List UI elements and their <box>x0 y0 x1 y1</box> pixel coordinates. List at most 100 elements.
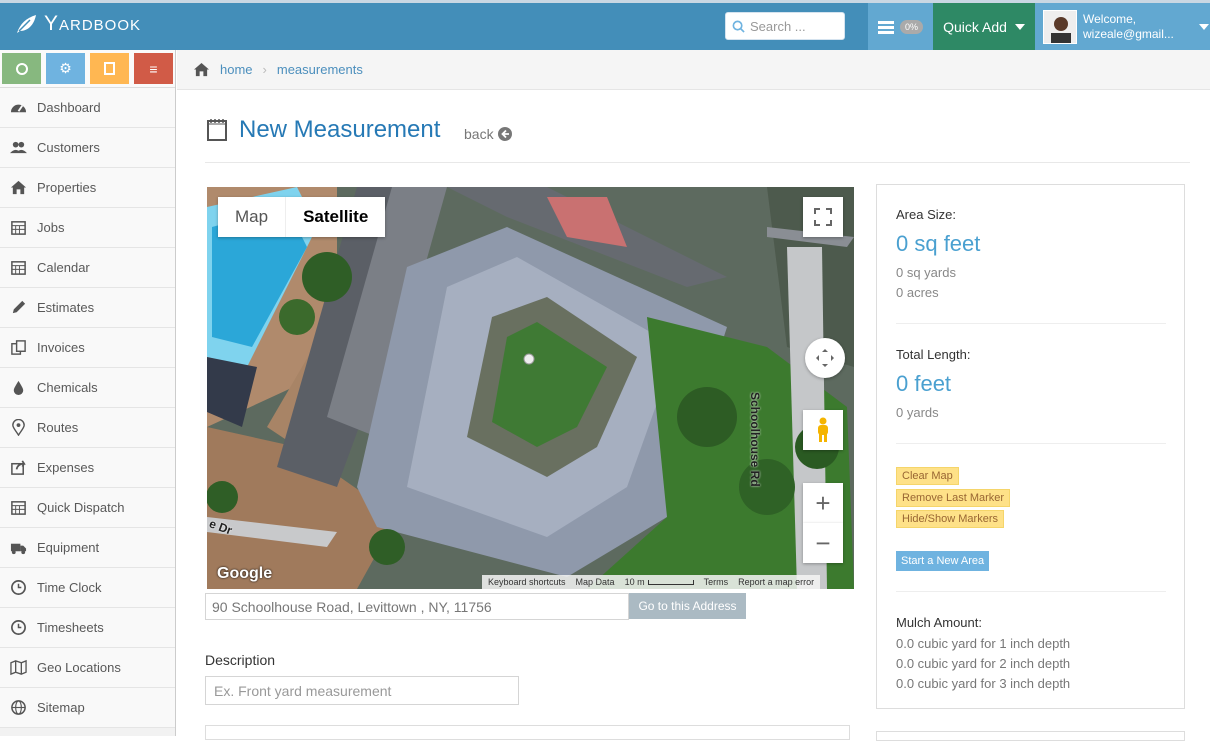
description-label: Description <box>205 652 276 668</box>
chevron-down-icon <box>1199 23 1209 30</box>
sidebar-item-estimates[interactable]: Estimates <box>0 288 175 328</box>
sidebar-item-timesheets[interactable]: Timesheets <box>0 608 175 648</box>
go-to-address-button[interactable]: Go to this Address <box>629 593 746 619</box>
divider <box>896 591 1166 592</box>
address-input[interactable]: 90 Schoolhouse Road, Levittown , NY, 117… <box>205 593 629 620</box>
zoom-in-button[interactable]: + <box>803 483 843 523</box>
zoom-out-button[interactable]: − <box>803 523 843 563</box>
search-box[interactable]: Search ... <box>725 12 845 40</box>
fullscreen-button[interactable] <box>803 197 843 237</box>
map-marker-icon <box>0 419 37 436</box>
sidebar-item-label: Jobs <box>37 220 65 235</box>
move-arrows-icon <box>816 349 834 367</box>
back-label: back <box>464 126 494 142</box>
rotate-control[interactable] <box>805 338 845 378</box>
google-logo: Google <box>217 565 273 582</box>
pegman-icon <box>818 417 828 442</box>
sidebar-item-chemicals[interactable]: Chemicals <box>0 368 175 408</box>
progress-button[interactable]: 0% <box>868 3 933 50</box>
sidebar-item-label: Calendar <box>37 260 90 275</box>
progress-badge: 0% <box>899 19 923 34</box>
sidebar-item-dashboard[interactable]: Dashboard <box>0 88 175 128</box>
page-title: New Measurement <box>239 116 441 143</box>
sidebar-item-calendar[interactable]: Calendar <box>0 248 175 288</box>
sidebar-item-label: Sitemap <box>37 700 85 715</box>
mulch-amount-label: Mulch Amount: <box>896 615 982 630</box>
sidebar-item-properties[interactable]: Properties <box>0 168 175 208</box>
plus-icon: + <box>815 488 831 518</box>
share-icon <box>0 459 37 476</box>
map-tab[interactable]: Map <box>218 197 285 237</box>
sidebar-item-label: Time Clock <box>37 580 102 595</box>
sidebar-item-jobs[interactable]: Jobs <box>0 208 175 248</box>
map-data-link[interactable]: Map Data <box>576 577 615 587</box>
chevron-down-icon <box>1014 23 1025 30</box>
mulch-3-inch: 0.0 cubic yard for 3 inch depth <box>896 676 1071 691</box>
tasks-icon <box>877 20 894 34</box>
length-yards: 0 yards <box>896 405 939 420</box>
breadcrumb: home › measurements <box>177 50 1210 90</box>
divider <box>896 443 1166 444</box>
invoice-icon <box>0 339 37 356</box>
sidebar-item-routes[interactable]: Routes <box>0 408 175 448</box>
sidebar-item-invoices[interactable]: Invoices <box>0 328 175 368</box>
search-input[interactable]: Search ... <box>750 19 806 34</box>
home-icon <box>0 179 37 196</box>
sidebar-item-sitemap[interactable]: Sitemap <box>0 688 175 728</box>
mulch-2-inch: 0.0 cubic yard for 2 inch depth <box>896 656 1071 671</box>
satellite-imagery <box>207 187 854 589</box>
sidebar-shortcuts: ⚙ ≡ <box>0 50 175 88</box>
shortcut-calculator[interactable] <box>90 53 129 84</box>
satellite-tab[interactable]: Satellite <box>285 197 385 237</box>
sidebar-item-time-clock[interactable]: Time Clock <box>0 568 175 608</box>
sidebar-item-label: Geo Locations <box>37 660 121 675</box>
sidebar-item-label: Chemicals <box>37 380 98 395</box>
keyboard-shortcuts-link[interactable]: Keyboard shortcuts <box>488 577 566 587</box>
sidebar-item-equipment[interactable]: Equipment <box>0 528 175 568</box>
report-map-error-link[interactable]: Report a map error <box>738 577 814 587</box>
calendar-icon <box>0 219 37 236</box>
quick-add-button[interactable]: Quick Add <box>933 3 1035 50</box>
calendar-icon <box>0 499 37 516</box>
terms-link[interactable]: Terms <box>704 577 729 587</box>
pencil-icon <box>0 299 37 316</box>
area-sq-yards: 0 sq yards <box>896 265 956 280</box>
header-divider <box>205 162 1190 163</box>
sidebar-item-label: Dashboard <box>37 100 101 115</box>
sidebar-item-label: Equipment <box>37 540 100 555</box>
area-size-label: Area Size: <box>896 207 956 222</box>
length-feet: 0 feet <box>896 371 952 396</box>
globe-icon <box>15 62 28 75</box>
remove-last-marker-button[interactable]: Remove Last Marker <box>896 489 1011 507</box>
back-link[interactable]: back <box>464 126 512 142</box>
start-new-area-button[interactable]: Start a New Area <box>896 551 990 571</box>
sidebar-item-geo-locations[interactable]: Geo Locations <box>0 648 175 688</box>
truck-icon <box>0 539 37 556</box>
brand-logo[interactable]: Yardbook <box>14 12 141 36</box>
shortcut-cogs[interactable]: ⚙ <box>46 53 85 84</box>
page-header: New Measurement <box>205 116 440 144</box>
street-view-pegman[interactable] <box>803 410 843 450</box>
breadcrumb-current[interactable]: measurements <box>277 62 363 77</box>
sidebar-item-expenses[interactable]: Expenses <box>0 448 175 488</box>
clear-map-button[interactable]: Clear Map <box>896 467 959 485</box>
sidebar-item-label: Customers <box>37 140 100 155</box>
satellite-map[interactable]: Map Satellite + − Schoolhouse Rd e Dr Go… <box>207 187 854 589</box>
sidebar-item-quick-dispatch[interactable]: Quick Dispatch <box>0 488 175 528</box>
calculator-icon <box>104 62 115 75</box>
globe-icon <box>0 699 37 716</box>
sidebar-item-label: Estimates <box>37 300 95 315</box>
shortcut-list[interactable]: ≡ <box>134 53 173 84</box>
users-icon <box>0 139 37 156</box>
sidebar-item-customers[interactable]: Customers <box>0 128 175 168</box>
leaf-icon <box>17 15 36 33</box>
description-input[interactable]: Ex. Front yard measurement <box>205 676 519 705</box>
mulch-1-inch: 0.0 cubic yard for 1 inch depth <box>896 636 1071 651</box>
user-menu[interactable]: Welcome, wizeale@gmail... <box>1035 3 1210 50</box>
hide-show-markers-button[interactable]: Hide/Show Markers <box>896 510 1004 528</box>
breadcrumb-home[interactable]: home <box>220 62 253 77</box>
shortcut-globe[interactable] <box>2 53 41 84</box>
scale-bar: 10 m <box>625 577 694 587</box>
user-greeting: Welcome, <box>1083 11 1137 26</box>
clock-icon <box>0 579 37 596</box>
